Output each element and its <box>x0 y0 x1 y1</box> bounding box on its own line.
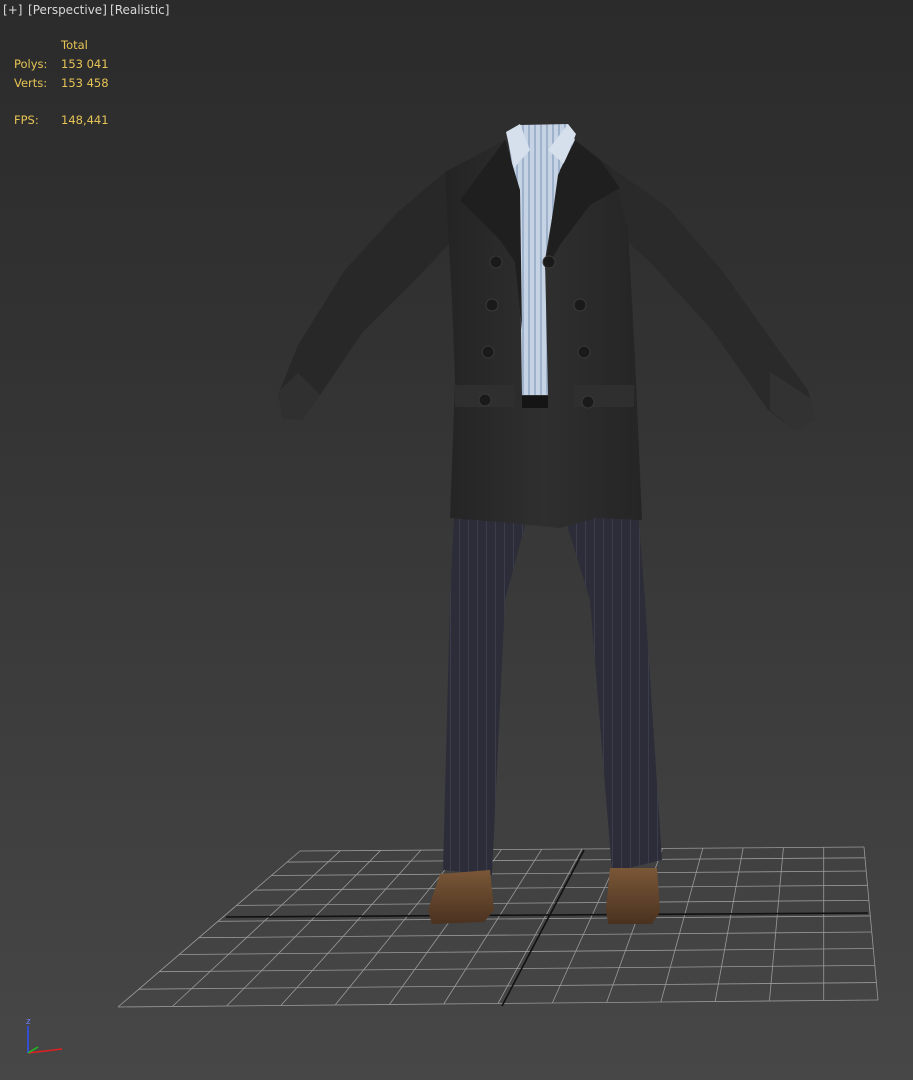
grid-line <box>660 848 704 1003</box>
axis-gizmo: z <box>26 1017 63 1054</box>
grid-line <box>159 964 875 973</box>
perspective-viewport[interactable]: [+] [Perspective] [Realistic] Total Poly… <box>0 0 913 1080</box>
grid-icon <box>117 846 879 1008</box>
grid-line <box>117 850 301 1008</box>
grid-line <box>863 846 879 1001</box>
grid-line <box>769 847 784 1002</box>
gizmo-z-label: z <box>26 1017 31 1027</box>
character-model[interactable] <box>278 124 815 924</box>
grid-line <box>271 870 867 876</box>
grid-line <box>254 884 868 891</box>
grid-line <box>226 850 381 1007</box>
shoe-right <box>606 868 660 924</box>
grid-line <box>443 849 543 1005</box>
grid-line <box>198 931 872 939</box>
scene-render: z <box>26 124 879 1054</box>
grid-line <box>287 857 865 863</box>
grid-line <box>280 849 422 1006</box>
grid-line <box>236 899 869 906</box>
grid-line <box>714 847 744 1002</box>
grid-line <box>334 849 462 1006</box>
grid-line <box>172 850 341 1007</box>
grid-line <box>299 846 865 852</box>
grid-line <box>497 848 583 1004</box>
belt <box>522 396 548 408</box>
grid-line <box>179 948 874 955</box>
grid-line <box>138 982 877 990</box>
